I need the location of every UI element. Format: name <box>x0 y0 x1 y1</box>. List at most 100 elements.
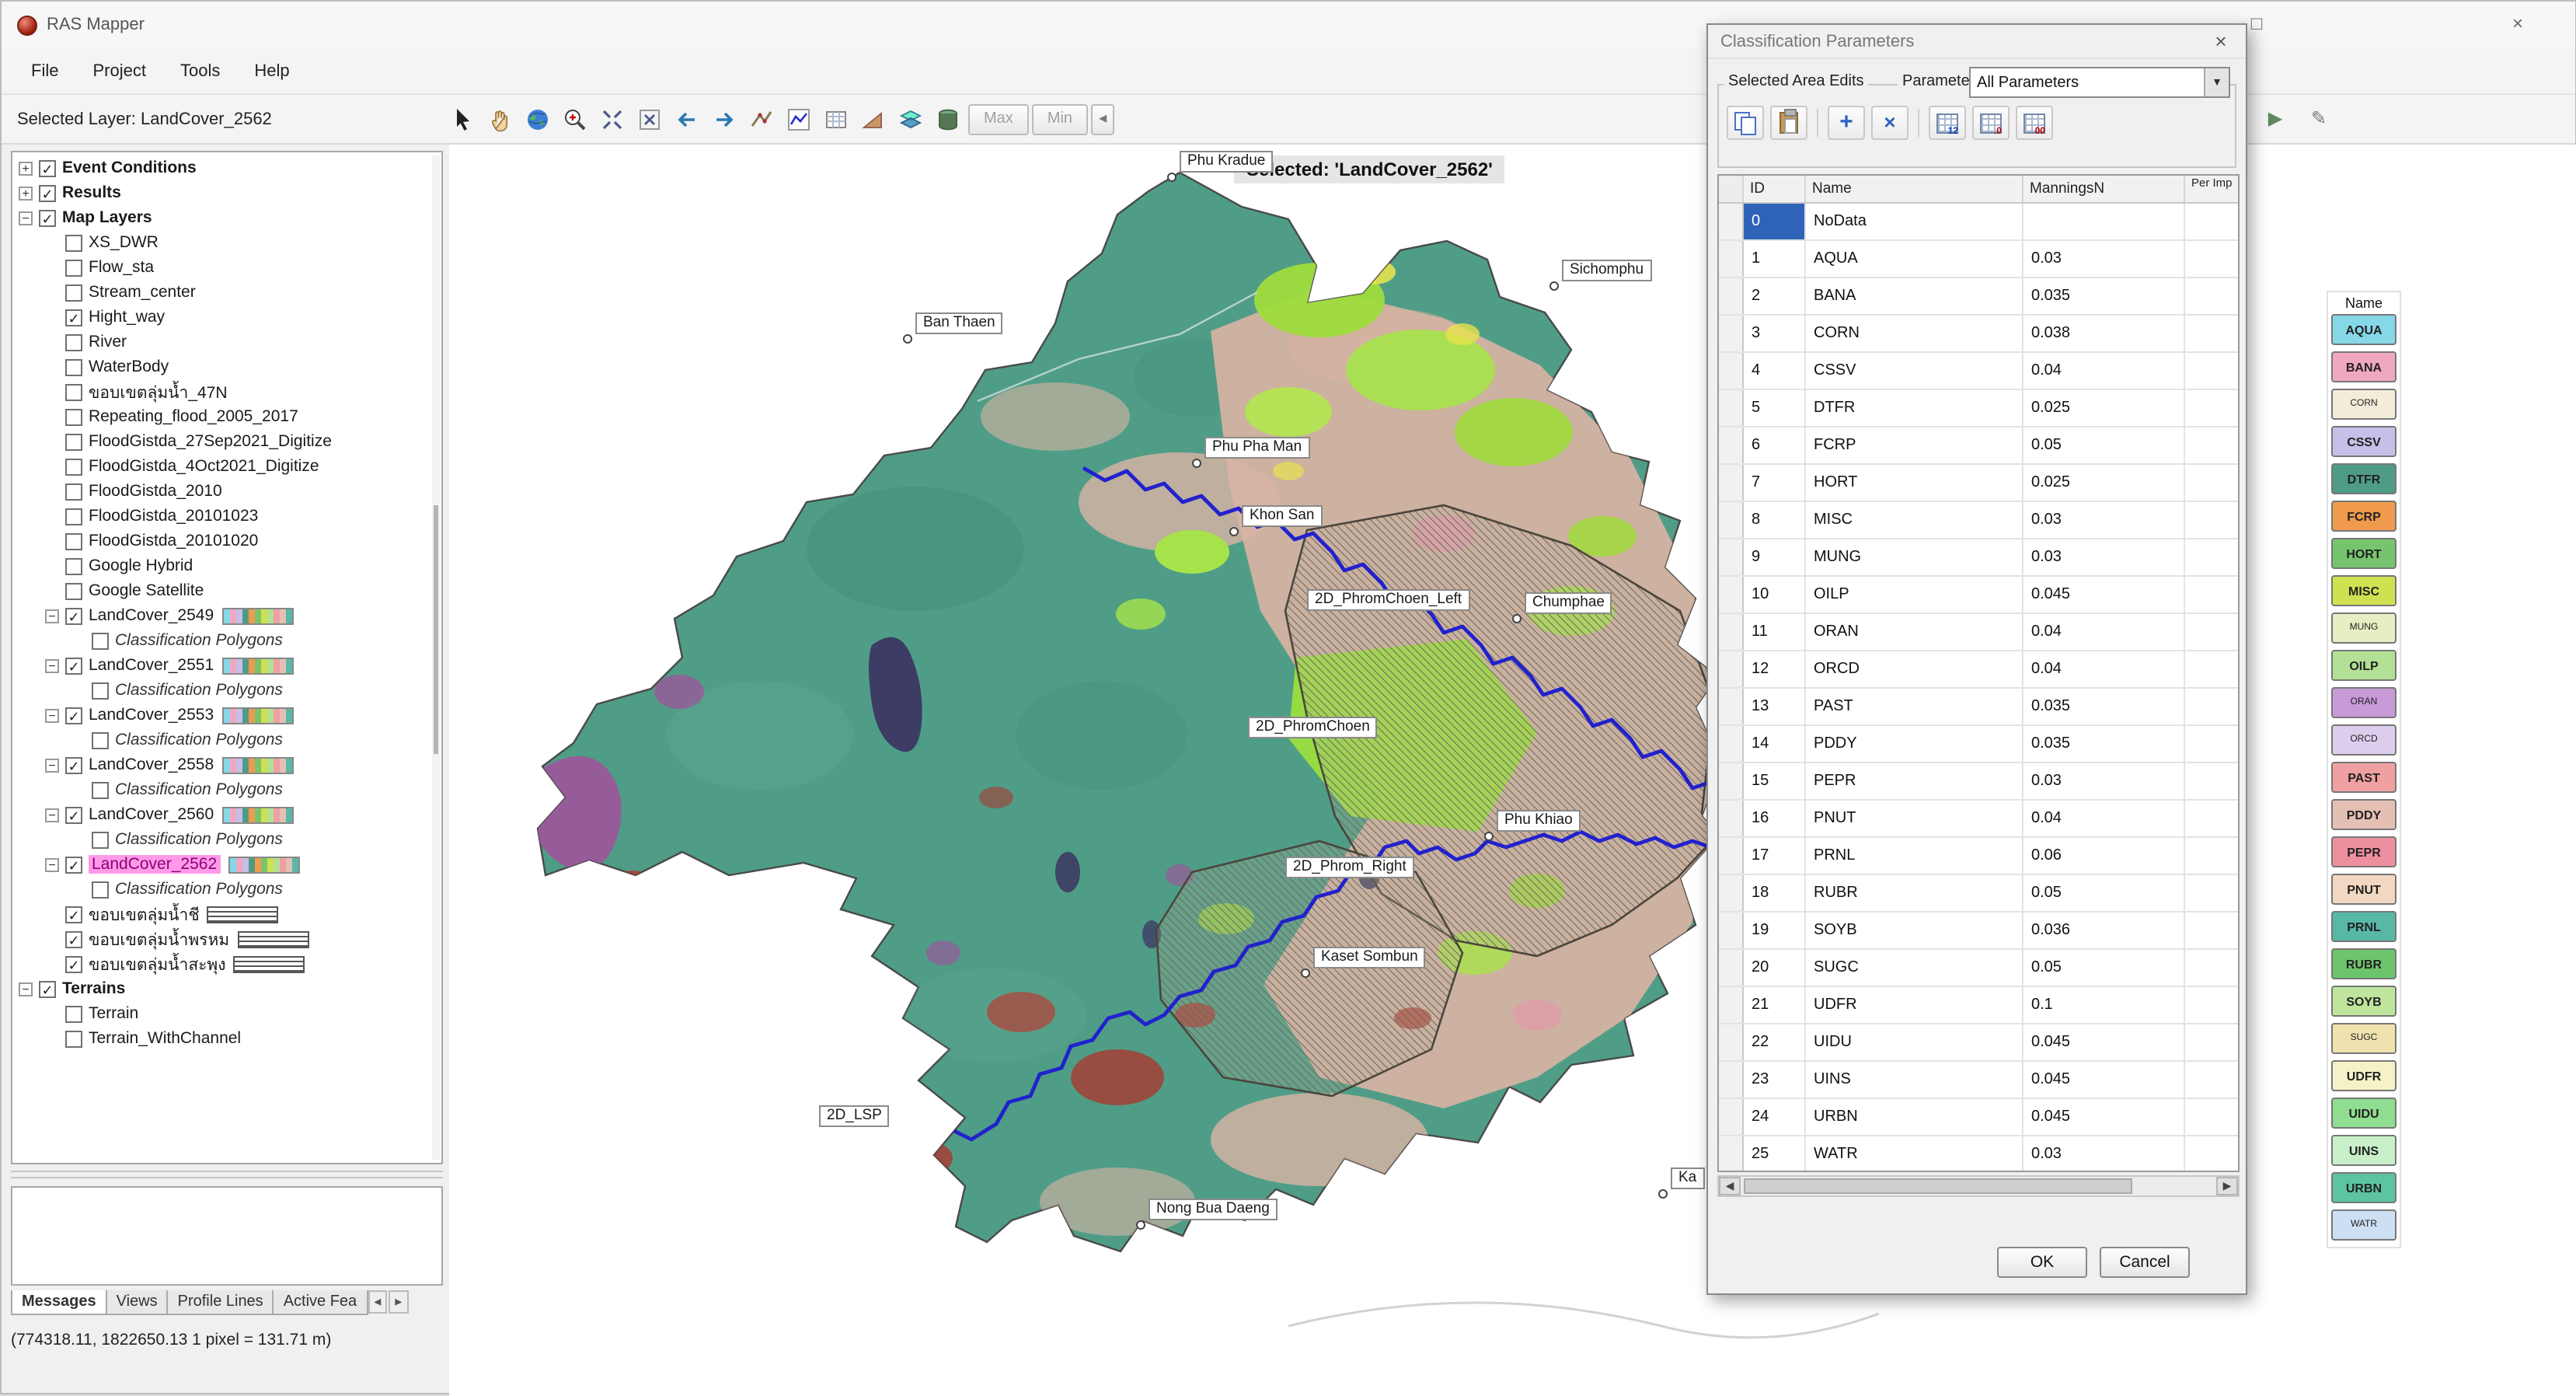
table-row[interactable]: 0NoData <box>1719 204 2238 241</box>
cell-manningsn[interactable]: 0.03 <box>2024 241 2185 277</box>
row-header-cell[interactable] <box>1719 278 1744 314</box>
layer-checkbox[interactable] <box>92 731 109 749</box>
tree-item-classification-polygons[interactable]: Classification Polygons <box>12 827 441 852</box>
row-header-cell[interactable] <box>1719 689 1744 724</box>
layer-checkbox[interactable] <box>65 1005 82 1022</box>
cell-name[interactable]: RUBR <box>1806 875 2024 911</box>
cell-name[interactable]: WATR <box>1806 1136 2024 1172</box>
cell-id[interactable]: 11 <box>1744 614 1806 650</box>
column-header-name[interactable]: Name <box>1806 176 2024 202</box>
layer-checkbox[interactable] <box>92 632 109 649</box>
cell-manningsn[interactable]: 0.045 <box>2024 1062 2185 1098</box>
delete-row-icon[interactable]: × <box>1871 106 1908 140</box>
cell-manningsn[interactable]: 0.045 <box>2024 1099 2185 1135</box>
cell-manningsn[interactable]: 0.05 <box>2024 875 2185 911</box>
layer-checkbox[interactable] <box>65 284 82 301</box>
layer-checkbox[interactable]: ✓ <box>65 906 82 923</box>
scrollbar-track[interactable] <box>1741 1177 2216 1195</box>
stored-maps-icon[interactable] <box>931 102 965 136</box>
cancel-button[interactable]: Cancel <box>2100 1247 2190 1278</box>
min-button[interactable]: Min <box>1032 103 1088 134</box>
cell-name[interactable]: MUNG <box>1806 539 2024 575</box>
collapse-icon[interactable]: − <box>45 609 59 623</box>
row-header-cell[interactable] <box>1719 1099 1744 1135</box>
tree-item-river[interactable]: River <box>12 330 441 354</box>
cell-id[interactable]: 25 <box>1744 1136 1806 1172</box>
cell-id[interactable]: 9 <box>1744 539 1806 575</box>
cell-id[interactable]: 4 <box>1744 353 1806 389</box>
tree-item-map-layers[interactable]: −✓Map Layers <box>12 205 441 230</box>
cell-per-imp[interactable] <box>2185 689 2240 724</box>
cell-per-imp[interactable] <box>2185 1099 2240 1135</box>
cell-manningsn[interactable]: 0.1 <box>2024 987 2185 1023</box>
cell-manningsn[interactable]: 0.06 <box>2024 838 2185 874</box>
scroll-right-icon[interactable]: ▶ <box>2216 1177 2238 1195</box>
table-row[interactable]: 23UINS0.045 <box>1719 1062 2238 1099</box>
cell-per-imp[interactable] <box>2185 1062 2240 1098</box>
cell-manningsn[interactable]: 0.03 <box>2024 502 2185 538</box>
row-header-cell[interactable] <box>1719 577 1744 612</box>
layer-checkbox[interactable]: ✓ <box>65 607 82 624</box>
table-row[interactable]: 7HORT0.025 <box>1719 465 2238 502</box>
layer-checkbox[interactable]: ✓ <box>65 955 82 972</box>
copy-table-icon[interactable] <box>1727 106 1764 140</box>
zoom-in-icon[interactable] <box>558 102 592 136</box>
table-row[interactable]: 12ORCD0.04 <box>1719 651 2238 689</box>
row-header-cell[interactable] <box>1719 651 1744 687</box>
table-row[interactable]: 22UIDU0.045 <box>1719 1024 2238 1062</box>
row-header-cell[interactable] <box>1719 1024 1744 1060</box>
cell-per-imp[interactable] <box>2185 614 2240 650</box>
layer-checkbox[interactable] <box>65 234 82 251</box>
compute-play-icon[interactable]: ▶ <box>2258 101 2292 135</box>
cell-id[interactable]: 2 <box>1744 278 1806 314</box>
layer-checkbox[interactable]: ✓ <box>65 756 82 773</box>
tree-item-landcover-2553[interactable]: −✓LandCover_2553 <box>12 703 441 728</box>
tree-item-google-satellite[interactable]: Google Satellite <box>12 578 441 603</box>
tabs-scroll-left-icon[interactable]: ◂ <box>368 1290 387 1314</box>
layer-checkbox[interactable] <box>65 259 82 276</box>
tree-item-classification-polygons[interactable]: Classification Polygons <box>12 777 441 802</box>
row-header-cell[interactable] <box>1719 913 1744 948</box>
cell-name[interactable]: PEPR <box>1806 763 2024 799</box>
dropdown-arrow-icon[interactable]: ▼ <box>2204 68 2229 96</box>
layer-checkbox[interactable]: ✓ <box>39 209 56 226</box>
tree-item-floodgistda-2010[interactable]: FloodGistda_2010 <box>12 479 441 504</box>
row-header-cell[interactable] <box>1719 950 1744 986</box>
cell-per-imp[interactable] <box>2185 204 2240 239</box>
cell-name[interactable]: DTFR <box>1806 390 2024 426</box>
tree-scrollbar-thumb[interactable] <box>434 505 438 754</box>
zoom-out-icon[interactable] <box>595 102 629 136</box>
cell-manningsn[interactable]: 0.025 <box>2024 465 2185 501</box>
cell-id[interactable]: 10 <box>1744 577 1806 612</box>
column-header-manningsn[interactable]: ManningsN <box>2024 176 2185 202</box>
cell-manningsn[interactable]: 0.035 <box>2024 278 2185 314</box>
table-row[interactable]: 19SOYB0.036 <box>1719 913 2238 950</box>
tree-item-landcover-2551[interactable]: −✓LandCover_2551 <box>12 653 441 678</box>
dialog-title-bar[interactable]: Classification Parameters × <box>1708 25 2246 59</box>
cell-name[interactable]: CORN <box>1806 316 2024 351</box>
tree-item-floodgistda-20101023[interactable]: FloodGistda_20101023 <box>12 504 441 529</box>
cell-name[interactable]: NoData <box>1806 204 2024 239</box>
tree-item-classification-polygons[interactable]: Classification Polygons <box>12 678 441 703</box>
decrease-precision-icon[interactable] <box>2016 106 2053 140</box>
cell-name[interactable]: FCRP <box>1806 428 2024 463</box>
table-row[interactable]: 13PAST0.035 <box>1719 689 2238 726</box>
table-row[interactable]: 14PDDY0.035 <box>1719 726 2238 763</box>
cell-manningsn[interactable]: 0.03 <box>2024 539 2185 575</box>
tree-item-event-conditions[interactable]: +✓Event Conditions <box>12 155 441 180</box>
layer-checkbox[interactable] <box>65 582 82 599</box>
menu-item-help[interactable]: Help <box>237 57 306 85</box>
tree-item-floodgistda-27sep2021-digitize[interactable]: FloodGistda_27Sep2021_Digitize <box>12 429 441 454</box>
cell-manningsn[interactable]: 0.025 <box>2024 390 2185 426</box>
tree-item-terrain-withchannel[interactable]: Terrain_WithChannel <box>12 1026 441 1051</box>
cell-name[interactable]: OILP <box>1806 577 2024 612</box>
cell-manningsn[interactable]: 0.03 <box>2024 763 2185 799</box>
cell-id[interactable]: 5 <box>1744 390 1806 426</box>
column-header-id[interactable]: ID <box>1744 176 1806 202</box>
layer-checkbox[interactable]: ✓ <box>65 806 82 823</box>
cell-id[interactable]: 8 <box>1744 502 1806 538</box>
tree-item-landcover-2562[interactable]: −✓LandCover_2562 <box>12 852 441 877</box>
cell-per-imp[interactable] <box>2185 1024 2240 1060</box>
cell-manningsn[interactable]: 0.05 <box>2024 428 2185 463</box>
profile-plot-icon[interactable] <box>782 102 816 136</box>
